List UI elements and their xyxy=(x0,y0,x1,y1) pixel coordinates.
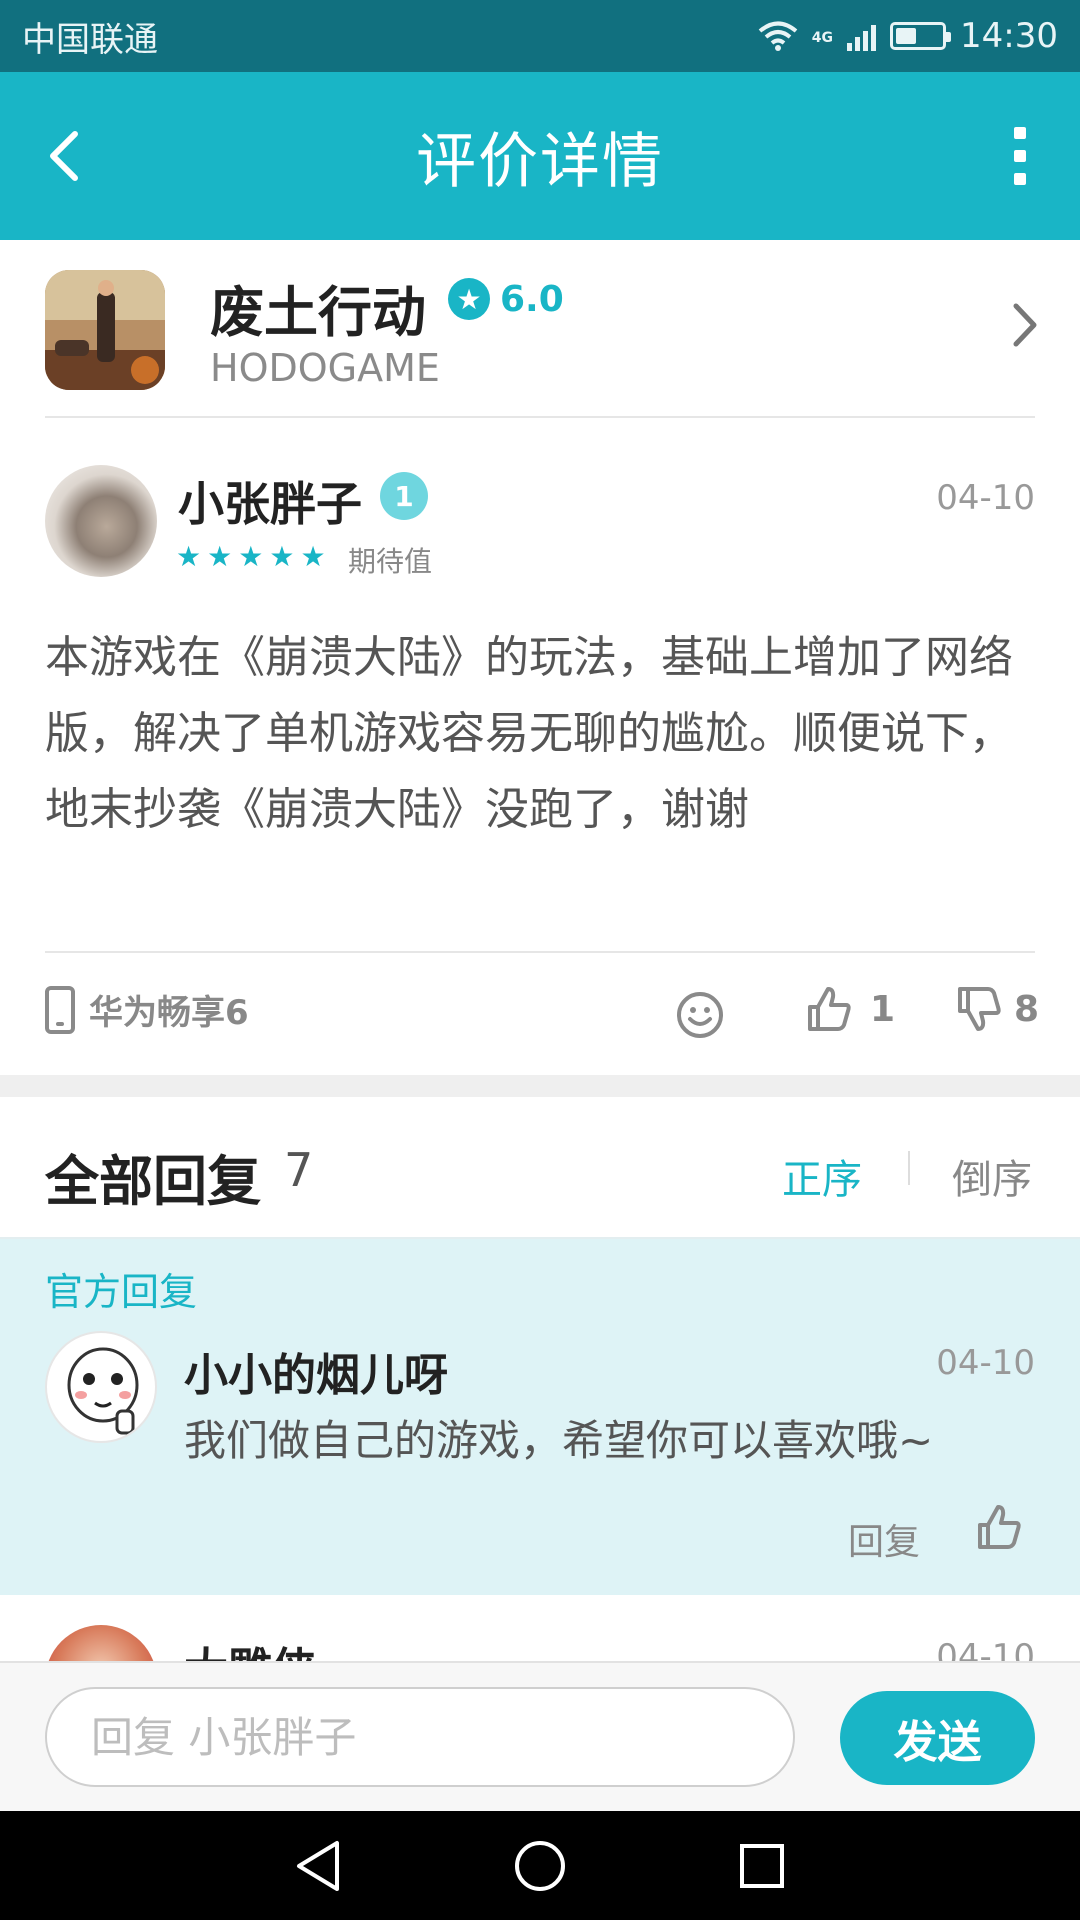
clock: 14:30 xyxy=(960,16,1058,56)
sort-divider xyxy=(908,1151,910,1185)
list-item: 大雕侠 04-10 xyxy=(0,1595,1080,1661)
star-icon: ★ xyxy=(176,540,202,573)
battery-icon xyxy=(890,22,952,50)
star-icon: ★ xyxy=(207,540,233,573)
more-menu-button[interactable] xyxy=(1000,121,1040,191)
page-title: 评价详情 xyxy=(416,126,664,197)
star-icon: ★ xyxy=(300,540,326,573)
network-type-label: 4G xyxy=(811,30,834,46)
wifi-icon xyxy=(758,21,798,51)
signal-icon xyxy=(847,21,877,51)
thumbs-down-icon xyxy=(958,987,1001,1031)
app-bar: 评价详情 xyxy=(0,72,1080,240)
star-icon: ★ xyxy=(238,540,264,573)
system-nav-bar xyxy=(0,1811,1080,1920)
replies-count: 7 xyxy=(284,1143,314,1197)
sort-ascending-tab[interactable]: 正序 xyxy=(782,1147,862,1205)
status-bar: 中国联通 4G 14:30 xyxy=(0,0,1080,72)
carrier-label: 中国联通 xyxy=(22,19,158,60)
section-separator xyxy=(0,1075,1080,1097)
game-rating: ★ 6.0 xyxy=(448,278,564,320)
avatar[interactable] xyxy=(45,1331,157,1443)
sort-descending-tab[interactable]: 倒序 xyxy=(952,1147,1032,1205)
star-badge-icon: ★ xyxy=(448,278,490,320)
avatar[interactable] xyxy=(45,1625,157,1661)
dislike-count: 8 xyxy=(1014,988,1040,1030)
reply-username[interactable]: 大雕侠 xyxy=(184,1633,316,1661)
nav-recents-icon[interactable] xyxy=(737,1841,787,1891)
phone-icon xyxy=(45,985,75,1034)
game-developer: HODOGAME xyxy=(210,346,440,390)
game-name: 废土行动 xyxy=(210,281,426,344)
like-count: 1 xyxy=(870,988,896,1030)
game-icon xyxy=(45,270,165,390)
official-reply-text: 我们做自己的游戏，希望你可以喜欢哦~ xyxy=(184,1416,934,1465)
reply-date: 04-10 xyxy=(936,1637,1035,1661)
stars-label: 期待值 xyxy=(348,545,433,578)
send-button[interactable]: 发送 xyxy=(840,1691,1035,1785)
avatar[interactable] xyxy=(45,465,157,577)
emoji-icon[interactable] xyxy=(676,991,724,1039)
chevron-left-icon xyxy=(50,131,78,181)
reply-input-bar: 发送 xyxy=(0,1661,1080,1811)
device-name: 华为畅享6 xyxy=(89,993,249,1033)
nav-home-icon[interactable] xyxy=(513,1839,567,1893)
official-reply-label: 官方回复 xyxy=(45,1270,198,1314)
official-reply-username[interactable]: 小小的烟儿呀 xyxy=(184,1339,448,1403)
dislike-button[interactable]: 8 xyxy=(956,985,1039,1033)
status-icons: 4G 14:30 xyxy=(758,16,1058,56)
review-footer: 华为畅享6 1 8 xyxy=(0,955,1080,1075)
divider xyxy=(45,951,1035,953)
review-username[interactable]: 小张胖子 xyxy=(178,468,362,534)
reply-input[interactable] xyxy=(45,1687,795,1787)
official-reply-date: 04-10 xyxy=(936,1343,1035,1383)
reply-button[interactable]: 回复 xyxy=(848,1513,920,1565)
device-info: 华为畅享6 xyxy=(45,985,249,1034)
game-rating-value: 6.0 xyxy=(500,278,564,320)
more-vertical-icon xyxy=(1014,127,1026,139)
game-header[interactable]: 废土行动 ★ 6.0 HODOGAME xyxy=(0,240,1080,418)
thumbs-up-icon[interactable] xyxy=(976,1503,1022,1551)
replies-header: 全部回复 7 正序 倒序 xyxy=(0,1097,1080,1237)
star-icon: ★ xyxy=(269,540,295,573)
chevron-right-icon xyxy=(1013,303,1037,347)
review-stars: ★ ★ ★ ★ ★ xyxy=(176,540,326,573)
divider xyxy=(45,416,1035,418)
level-badge: 1 xyxy=(380,472,428,520)
back-button[interactable] xyxy=(30,121,100,191)
review-date: 04-10 xyxy=(936,478,1035,518)
like-button[interactable]: 1 xyxy=(806,985,895,1033)
nav-back-icon[interactable] xyxy=(293,1839,343,1893)
review-body: 本游戏在《崩溃大陆》的玩法，基础上增加了网络版，解决了单机游戏容易无聊的尴尬。顺… xyxy=(45,632,1013,835)
replies-title: 全部回复 xyxy=(45,1150,261,1213)
official-reply-card: 官方回复 小小的烟儿呀 04-10 我们做自己的游戏，希望你可以喜欢哦~ 回复 xyxy=(0,1237,1080,1595)
thumbs-up-icon xyxy=(808,987,851,1031)
